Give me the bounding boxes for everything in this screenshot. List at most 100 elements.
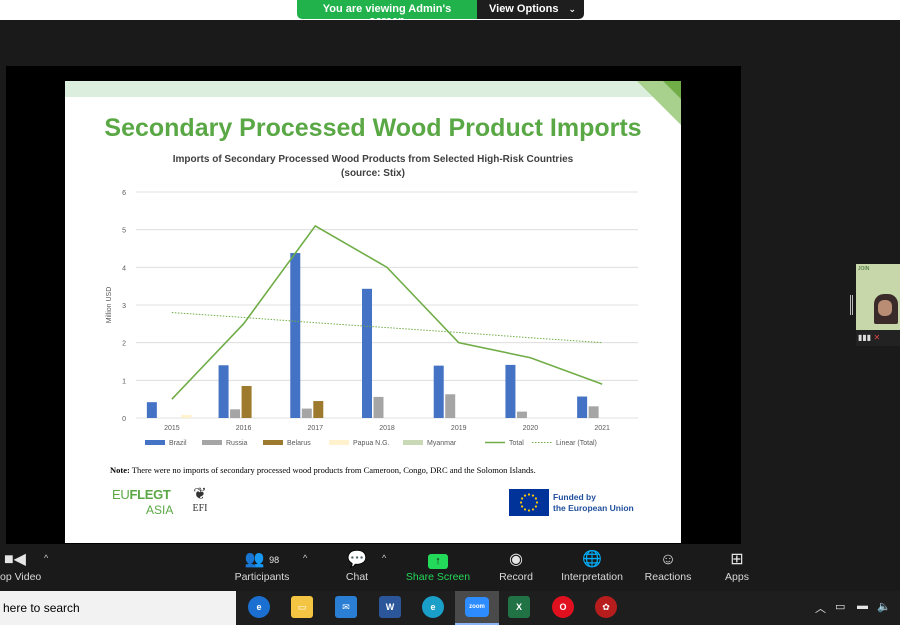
efi-logo: ❦ EFI	[188, 486, 212, 515]
x-tick-label: 2019	[451, 425, 467, 432]
bar-brazil	[146, 402, 157, 418]
eu-star	[527, 493, 531, 496]
leaf-icon: ❦	[193, 486, 207, 503]
legend-label: Papua N.G.	[353, 440, 390, 447]
video-tile-status-bar: ▮▮▮ ✕	[856, 330, 900, 346]
bar-brazil	[362, 288, 372, 418]
interpretation-button[interactable]: 🌐 Interpretation	[555, 545, 629, 591]
legend-swatch	[145, 440, 165, 445]
y-tick-label: 4	[122, 265, 126, 272]
legend-swatch	[329, 440, 349, 445]
eu-star	[519, 501, 523, 504]
edge-browser-icon[interactable]: e	[422, 596, 444, 618]
file-explorer-icon[interactable]: ▭	[291, 596, 313, 618]
y-axis-label: Million USD	[106, 287, 113, 324]
bar-russia	[230, 409, 241, 418]
share-screen-icon: ↑	[428, 554, 448, 569]
eu-star	[534, 497, 538, 500]
bar-belarus	[313, 401, 324, 418]
participants-count: 98	[269, 555, 280, 565]
zoom-icon: zoom	[465, 597, 489, 617]
bar-russia	[516, 411, 527, 418]
bar-belarus	[241, 385, 252, 418]
x-tick-label: 2018	[379, 425, 395, 432]
bar-russia	[588, 406, 599, 418]
legend-label: Brazil	[169, 440, 187, 447]
edge-icon[interactable]: e	[248, 596, 270, 618]
view-options-label: View Options	[489, 3, 559, 15]
y-tick-label: 5	[122, 228, 126, 235]
bar-papua-n-g-	[181, 414, 192, 418]
trend-line	[171, 312, 603, 344]
legend-label: Linear (Total)	[556, 440, 597, 447]
bar-russia	[373, 396, 384, 418]
efi-text: EFI	[192, 503, 208, 514]
eu-star	[523, 494, 527, 497]
chevron-up-icon[interactable]: ︿	[815, 600, 826, 616]
zoom-taskbar-button[interactable]: zoom	[455, 591, 499, 625]
view-options-button[interactable]: View Options ⌄	[477, 0, 584, 19]
battery-icon[interactable]: ▬	[857, 600, 868, 612]
legend-label: Total	[509, 440, 524, 447]
bar-russia	[445, 394, 456, 418]
legend-swatch	[263, 440, 283, 445]
panel-resize-handle[interactable]	[850, 295, 853, 315]
chat-button[interactable]: 💬 Chat	[338, 545, 376, 591]
chat-label: Chat	[345, 571, 369, 583]
viewing-screen-label: You are viewing Admin's screen	[297, 0, 477, 19]
reactions-button[interactable]: ☺ Reactions	[642, 545, 694, 591]
legend-label: Myanmar	[427, 440, 457, 447]
apps-button[interactable]: ⊞ Apps	[718, 545, 756, 591]
participants-options-caret[interactable]: ^	[303, 553, 307, 563]
word-icon[interactable]: W	[379, 596, 401, 618]
chevron-down-icon: ⌄	[568, 4, 576, 14]
legend-label: Russia	[226, 440, 248, 447]
video-options-caret[interactable]: ^	[44, 553, 48, 563]
x-tick-label: 2020	[523, 425, 539, 432]
taskbar-search-box[interactable]: here to search	[0, 591, 236, 625]
participants-button[interactable]: 👥 98 Participants	[231, 545, 293, 591]
participant-video-tile[interactable]: JOIN ▮▮▮ ✕	[856, 264, 900, 346]
chart-note: Note: There were no imports of secondary…	[110, 465, 536, 475]
share-screen-label: Share Screen	[405, 571, 471, 583]
mail-icon[interactable]: ✉	[335, 596, 357, 618]
apps-label: Apps	[725, 571, 749, 583]
logo-asia-text: ASIA	[146, 503, 174, 517]
volume-icon[interactable]: 🔈	[877, 600, 891, 613]
euflegt-asia-logo: EUFLEGT ASIA	[112, 487, 173, 517]
bar-russia	[301, 408, 312, 418]
meeting-toolbar: ■◀ op Video ^ 👥 98 Participants ^ 💬 Chat…	[0, 545, 900, 591]
eu-star	[535, 501, 539, 504]
presentation-slide: Secondary Processed Wood Product Imports…	[65, 81, 681, 543]
record-icon: ◉	[509, 551, 523, 568]
eu-funded-line2: the European Union	[553, 502, 634, 513]
note-label: Note:	[110, 465, 130, 475]
total-line	[171, 224, 603, 400]
record-button[interactable]: ◉ Record	[495, 545, 537, 591]
video-label: op Video	[0, 571, 42, 583]
eu-star	[520, 505, 524, 508]
video-button[interactable]: ■◀ op Video	[0, 545, 46, 591]
participants-label: Participants	[234, 571, 290, 583]
x-tick-label: 2016	[236, 425, 252, 432]
record-label: Record	[499, 571, 533, 583]
bar-brazil	[433, 365, 444, 418]
signal-icon: ▮▮▮	[858, 333, 872, 342]
bar-brazil	[577, 396, 588, 418]
game-icon[interactable]: ✿	[595, 596, 617, 618]
legend-label: Belarus	[287, 440, 311, 447]
eu-flag-icon	[509, 489, 549, 516]
opera-icon[interactable]: O	[552, 596, 574, 618]
bar-brazil	[218, 365, 229, 418]
share-screen-button[interactable]: ↑ Share Screen	[404, 545, 472, 591]
legend-swatch	[202, 440, 222, 445]
video-background-text: JOIN	[858, 266, 870, 272]
eu-funded-line1: Funded by	[553, 491, 596, 502]
eu-star	[523, 508, 527, 511]
chat-options-caret[interactable]: ^	[382, 553, 386, 563]
bar-brazil	[505, 364, 516, 418]
excel-icon[interactable]: X	[508, 596, 530, 618]
y-tick-label: 0	[122, 416, 126, 423]
bar-brazil	[290, 253, 301, 418]
display-icon[interactable]: ▭	[835, 600, 845, 613]
